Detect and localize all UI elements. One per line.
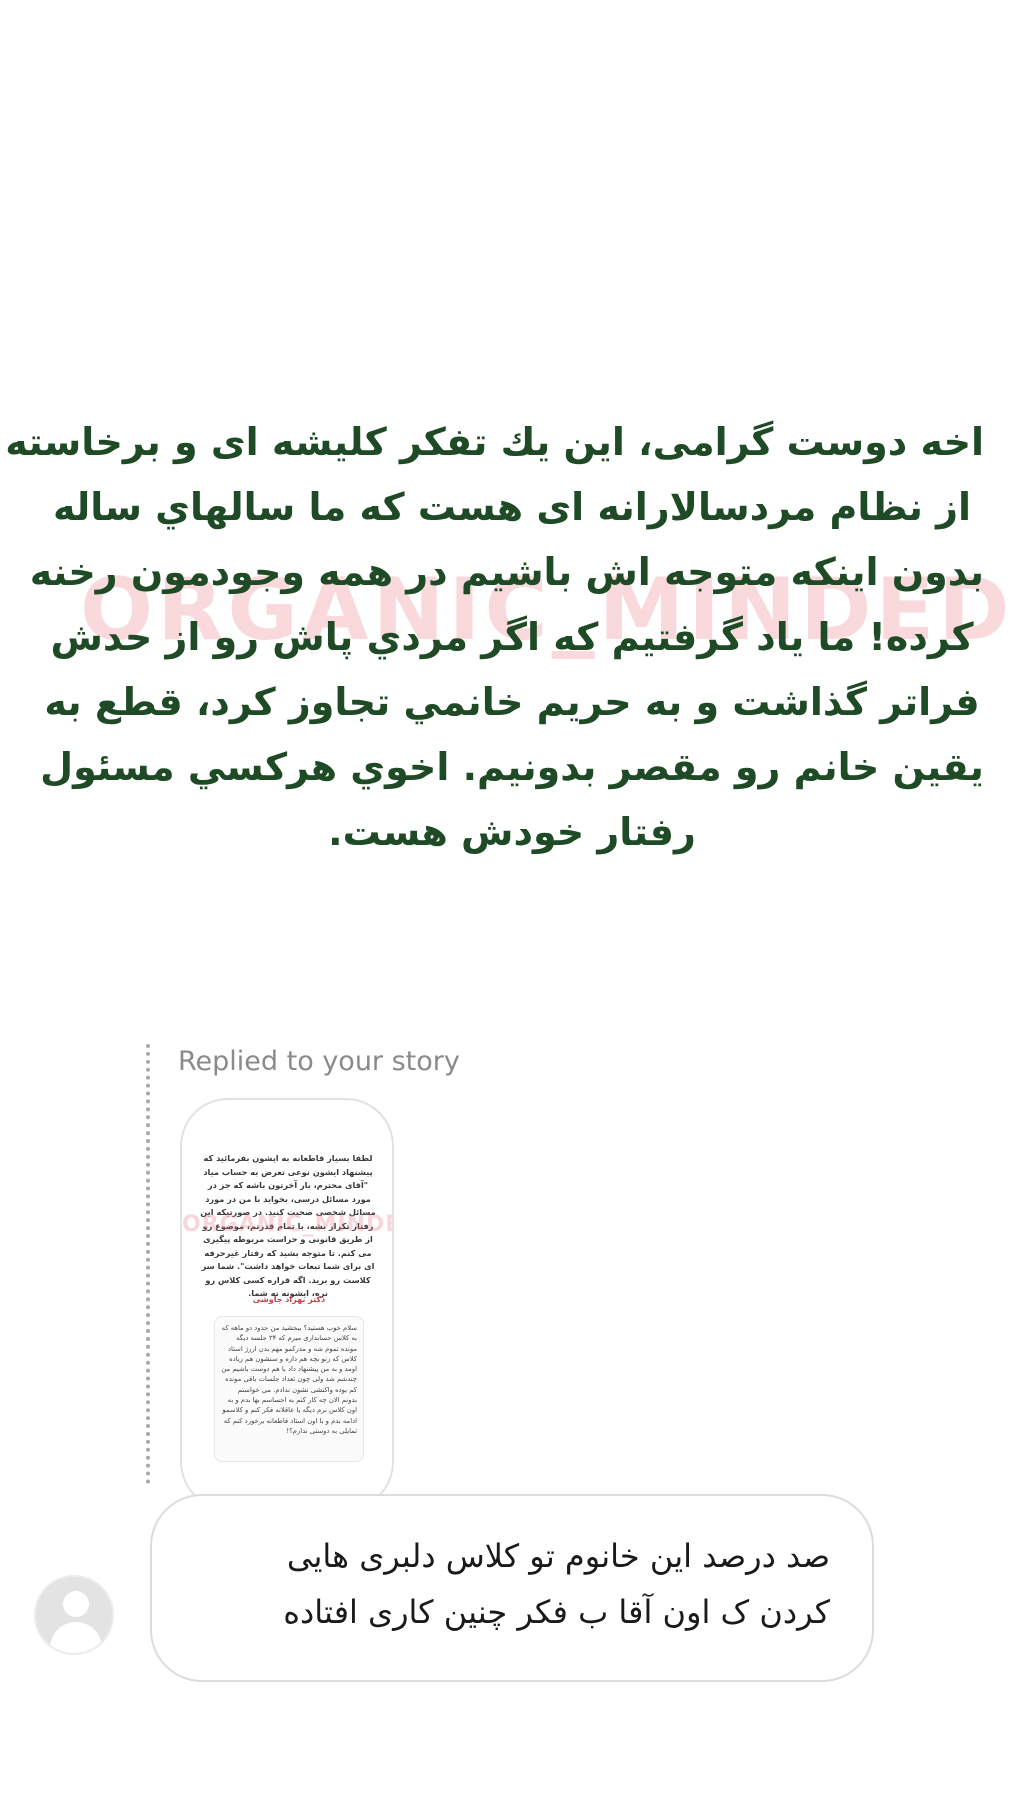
post-text-line: بدون اینکه متوجه اش باشیم در همه وجودمون… [29,550,984,594]
story-reply-section: Replied to your story لطفا بسیار قاطعانه… [0,1030,1024,1730]
story-thumbnail-quoted-card: سلام خوب هستید؟ ببخشید من حدود دو ماهه ک… [214,1316,364,1462]
message-text: صد درصد این خانوم تو کلاس دلبری هایی کرد… [190,1528,830,1640]
message-text-line: صد درصد این خانوم تو کلاس دلبری هایی [286,1537,830,1575]
story-thumbnail-card-text: سلام خوب هستید؟ ببخشید من حدود دو ماهه ک… [221,1324,357,1435]
post-text-line: از نظام مردسالارانه ای هست که ما سالهاي … [52,485,972,529]
message-bubble[interactable]: صد درصد این خانوم تو کلاس دلبری هایی کرد… [150,1494,874,1682]
post-text-line: کرده! ما یاد گرفتیم که اگر مردي پاش رو ا… [50,615,974,659]
story-thumbnail-watermark: ORGANIC_MINDED [182,1212,392,1237]
post-text-line: اخه دوست گرامی، این یك تفکر کلیشه ای و ب… [5,420,984,464]
story-thumbnail-signature: دکتر بهزاد جاوشی [252,1295,326,1304]
avatar-body-icon [50,1622,102,1653]
story-thumbnail[interactable]: لطفا بسیار قاطعانه به ایشون بفرمائید که … [180,1098,394,1510]
post-text-line: یقین خانم رو مقصر بدونیم. اخوي هرکسي مسئ… [40,745,984,789]
post-text-line: رفتار خودش هست. [328,810,696,854]
message-text-line: کردن ک اون آقا ب فکر چنین کاری افتاده [283,1593,830,1631]
reply-dotted-indicator [146,1044,150,1484]
avatar-head-icon [63,1591,89,1617]
post-text-line: فراتر گذاشت و به حریم خانمي تجاوز کرد، ق… [44,680,980,724]
replied-to-story-label: Replied to your story [178,1046,460,1077]
avatar[interactable] [34,1575,114,1655]
story-post-text: اخه دوست گرامی، این یك تفکر کلیشه ای و ب… [5,410,984,865]
